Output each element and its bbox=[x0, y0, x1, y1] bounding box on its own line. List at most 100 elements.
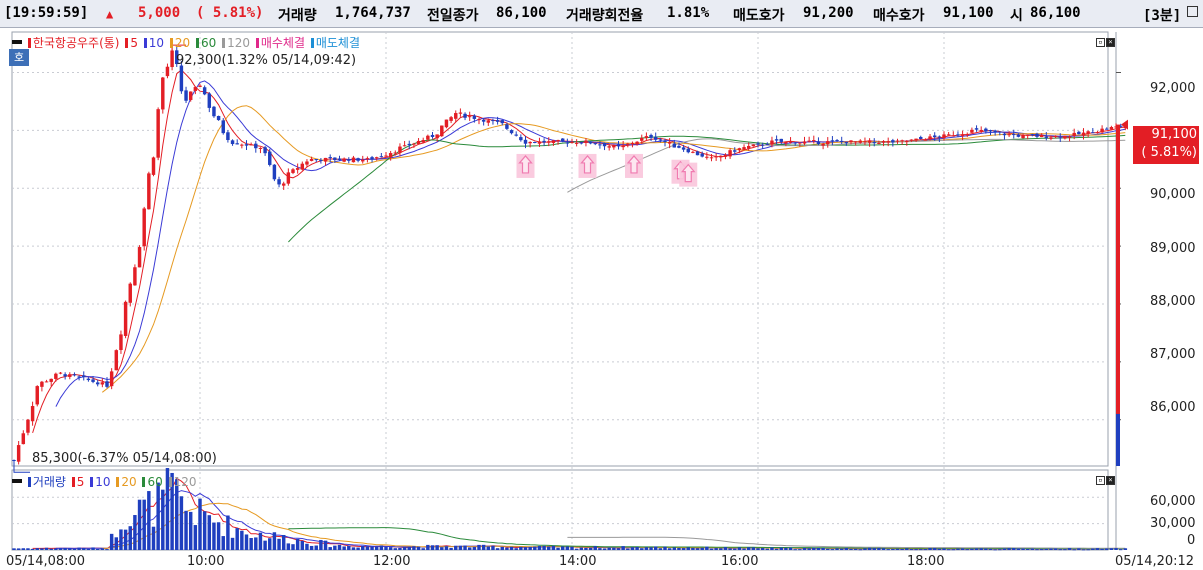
volume-bar bbox=[663, 546, 667, 550]
volume-bar bbox=[82, 547, 86, 550]
volume-bar bbox=[570, 546, 574, 550]
candle-body bbox=[463, 113, 467, 118]
low-annotation: 85,300(-6.37% 05/14,08:00) bbox=[32, 451, 217, 466]
volume-bar bbox=[686, 547, 690, 550]
candle-body bbox=[54, 373, 58, 379]
volume-bar bbox=[309, 545, 314, 550]
minimize-pane-icon[interactable]: ▫ bbox=[1096, 38, 1105, 47]
volume-bar bbox=[932, 548, 937, 550]
volume-bar bbox=[370, 546, 374, 550]
candle-body bbox=[35, 386, 39, 405]
candle-body bbox=[746, 145, 751, 149]
volume-bar bbox=[658, 548, 663, 550]
candle-body bbox=[1002, 133, 1007, 136]
candle-body bbox=[77, 376, 81, 378]
volume-bar bbox=[463, 545, 467, 550]
candle-body bbox=[881, 141, 886, 143]
volume-bar bbox=[314, 545, 318, 550]
restore-icon[interactable] bbox=[1187, 6, 1198, 17]
volume-bar bbox=[119, 529, 123, 550]
volume-bar bbox=[95, 548, 100, 550]
candle-body bbox=[95, 382, 100, 385]
candle-body bbox=[314, 159, 318, 161]
volume-bar bbox=[1058, 549, 1062, 551]
volume-bar bbox=[295, 538, 300, 550]
candle-body bbox=[835, 140, 839, 142]
candle-body bbox=[667, 141, 672, 144]
volume-bar bbox=[742, 548, 746, 550]
candle-body bbox=[765, 143, 770, 145]
volume-bar bbox=[323, 540, 328, 550]
price-change-pct: ( 5.81%) bbox=[196, 5, 264, 21]
close-volume-pane-icon[interactable]: × bbox=[1106, 476, 1115, 485]
volume-bar bbox=[361, 545, 365, 550]
volume-ma60-line bbox=[288, 527, 1126, 550]
volume-label: 거래량 bbox=[278, 8, 317, 24]
volume-bar bbox=[40, 548, 44, 550]
candle-body bbox=[691, 151, 695, 153]
close-pane-icon[interactable]: × bbox=[1106, 38, 1115, 47]
candle-body bbox=[398, 146, 402, 153]
interval-selector[interactable]: [3분] bbox=[1143, 5, 1181, 25]
candle-body bbox=[495, 120, 500, 122]
candle-body bbox=[300, 163, 305, 170]
volume-bar bbox=[653, 546, 658, 550]
candle-body bbox=[560, 138, 565, 142]
volume-bar bbox=[202, 511, 207, 550]
legend-ma120-swatch-icon bbox=[222, 38, 226, 48]
candle-body bbox=[347, 159, 351, 161]
time-axis-label: 18:00 bbox=[907, 554, 945, 569]
candle-body bbox=[863, 141, 867, 143]
candle-body bbox=[486, 120, 491, 123]
price-change: 5,000 bbox=[138, 5, 181, 21]
candle-body bbox=[830, 140, 835, 142]
legend-vma60: 60 bbox=[147, 475, 163, 489]
candle-body bbox=[161, 77, 165, 110]
volume-bar bbox=[746, 547, 751, 550]
volume-bar bbox=[133, 515, 137, 550]
volume-bar bbox=[705, 546, 709, 550]
candle-body bbox=[216, 116, 221, 121]
candle-body bbox=[212, 106, 216, 117]
volume-bar bbox=[179, 496, 184, 550]
volume-bar bbox=[44, 547, 49, 550]
candle-body bbox=[337, 158, 342, 160]
candle-body bbox=[1035, 133, 1039, 137]
volume-bar bbox=[649, 547, 653, 550]
volume-bar bbox=[156, 482, 160, 550]
minimize-volume-pane-icon[interactable]: ▫ bbox=[1096, 476, 1105, 485]
legend-buy-swatch-icon bbox=[255, 38, 259, 48]
volume-bar bbox=[398, 547, 402, 550]
candle-body bbox=[658, 139, 663, 141]
volume-bar bbox=[816, 547, 821, 550]
volume-bar bbox=[681, 548, 686, 550]
candle-body bbox=[979, 129, 983, 132]
candle-body bbox=[867, 140, 872, 143]
volume-bar bbox=[802, 547, 807, 550]
candle-body bbox=[1067, 136, 1072, 138]
candle-body bbox=[123, 301, 128, 336]
candle-body bbox=[900, 140, 904, 142]
candle-body bbox=[309, 158, 314, 161]
volume-bar bbox=[691, 547, 695, 550]
candle-body bbox=[1039, 134, 1044, 138]
volume-bar bbox=[872, 548, 876, 550]
candle-body bbox=[291, 169, 295, 173]
candle-body bbox=[202, 87, 207, 95]
volume-bar bbox=[193, 525, 198, 550]
volume-bar bbox=[467, 547, 472, 550]
legend-volume: 거래량 bbox=[32, 475, 66, 489]
candle-body bbox=[788, 141, 793, 143]
volume-bar bbox=[1007, 548, 1011, 550]
candle-body bbox=[105, 381, 109, 387]
volume-bar bbox=[1114, 548, 1118, 550]
candle-body bbox=[672, 143, 677, 148]
candle-body bbox=[351, 157, 356, 163]
candle-body bbox=[26, 419, 30, 433]
volume-bar bbox=[337, 544, 342, 550]
volume-bar bbox=[616, 548, 621, 550]
volume-bar bbox=[77, 547, 81, 550]
quote-toggle-button[interactable]: 호 bbox=[9, 49, 29, 66]
candle-body bbox=[137, 247, 142, 268]
candle-body bbox=[86, 378, 91, 381]
